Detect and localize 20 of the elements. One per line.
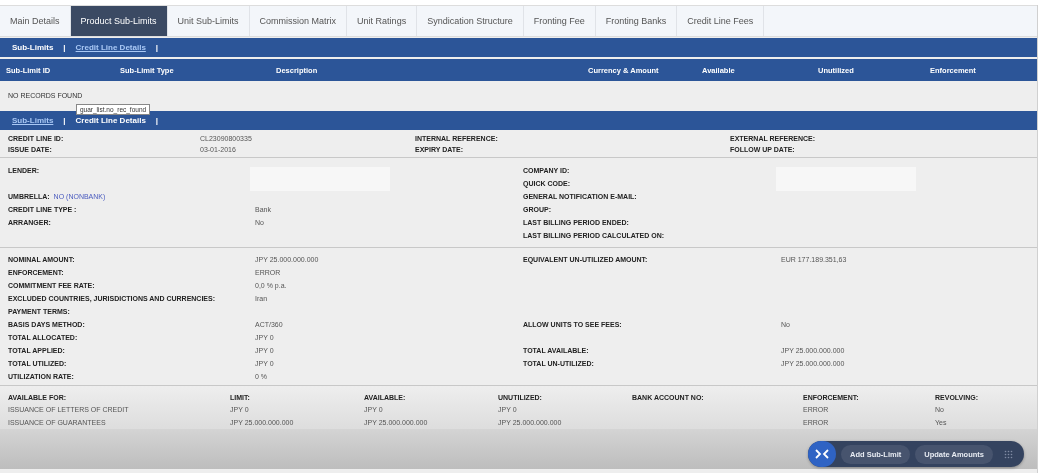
tab[interactable]: Fronting Fee — [523, 6, 596, 36]
chevrons-icon — [815, 449, 829, 459]
separator: | — [155, 116, 159, 125]
tab[interactable]: Fronting Banks — [595, 6, 678, 36]
drag-handle-icon[interactable] — [1004, 449, 1013, 459]
separator: | — [63, 116, 66, 125]
separator: | — [63, 43, 66, 52]
nav-link[interactable]: Credit Line Details — [75, 116, 146, 125]
tab[interactable]: Product Sub-Limits — [70, 6, 168, 36]
collapse-button[interactable] — [808, 441, 836, 467]
nav-link[interactable]: Credit Line Details — [75, 43, 146, 52]
nav-link[interactable]: Sub-Limits — [12, 116, 54, 125]
tab[interactable]: Syndication Structure — [417, 6, 524, 36]
tab[interactable]: Main Details — [0, 6, 71, 36]
tab[interactable]: Commission Matrix — [249, 6, 348, 36]
nav-link[interactable]: Sub-Limits — [12, 43, 54, 52]
tab[interactable]: Unit Sub-Limits — [167, 6, 250, 36]
tab[interactable]: Credit Line Fees — [677, 6, 765, 36]
tab[interactable]: Unit Ratings — [347, 6, 418, 36]
separator: | — [155, 43, 159, 52]
